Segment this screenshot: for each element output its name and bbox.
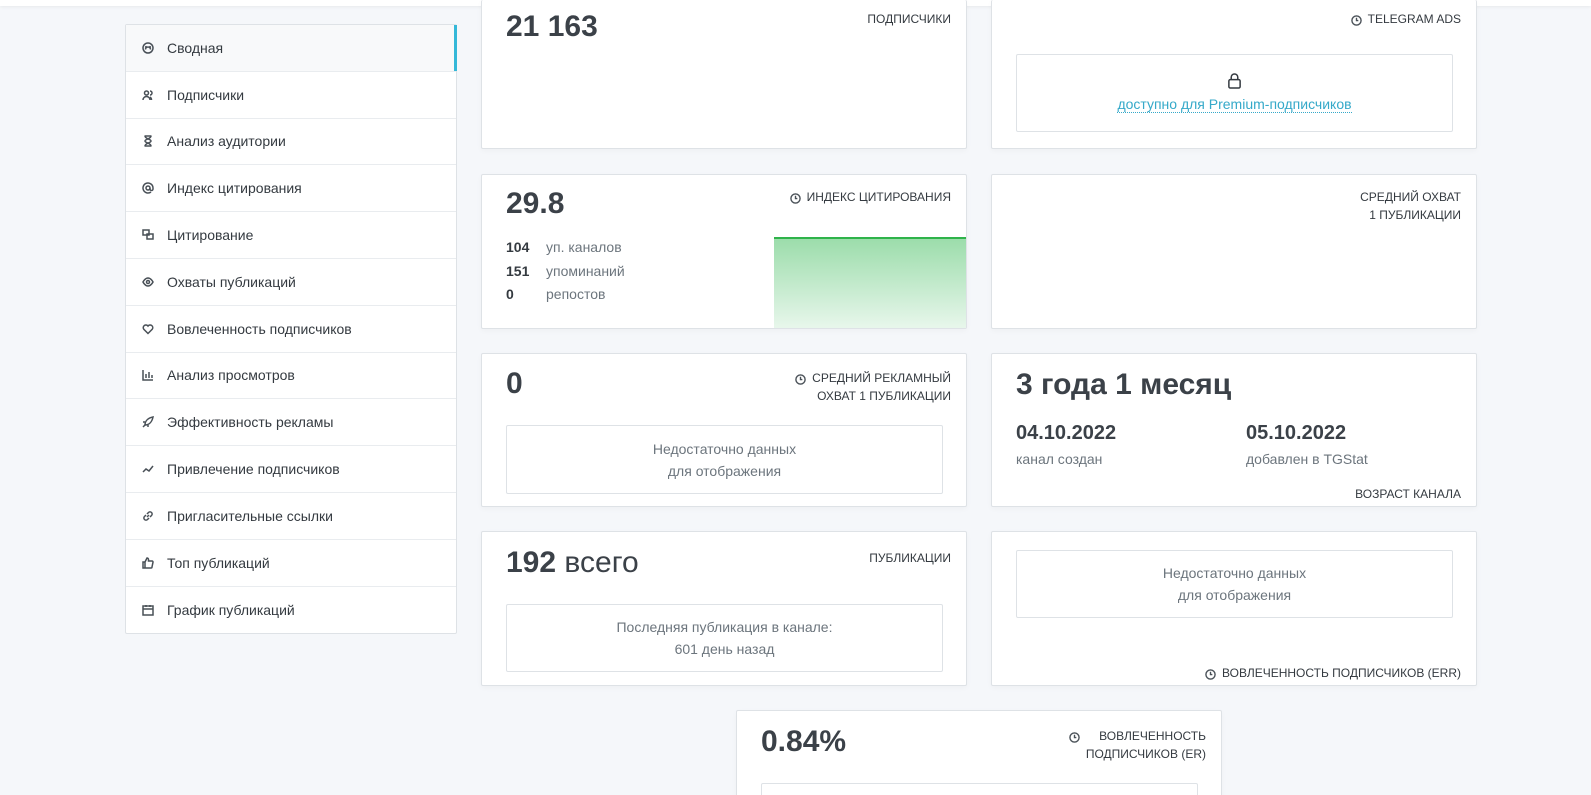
clock-icon xyxy=(789,191,801,204)
added-label: добавлен в TGStat xyxy=(1246,451,1368,467)
sidebar-item-label: Анализ аудитории xyxy=(167,133,286,150)
err-label: ВОВЛЕЧЕННОСТЬ ПОДПИСЧИКОВ (ERR) xyxy=(1205,664,1461,682)
thumbs-up-icon xyxy=(142,556,154,569)
ad-reach-value: 0 xyxy=(506,367,523,400)
sidebar-item-bar-chart[interactable]: Анализ просмотров xyxy=(126,353,456,400)
err-nodata: Недостаточно данных для отображения xyxy=(1016,550,1453,618)
er-value: 0.84% xyxy=(761,725,847,758)
citation-sparkline xyxy=(774,237,966,328)
sidebar-item-dashboard[interactable]: Сводная xyxy=(126,25,457,72)
avg-reach-card: СРЕДНИЙ ОХВАТ 1 ПУБЛИКАЦИИ xyxy=(991,174,1477,329)
hourglass-icon xyxy=(142,135,154,148)
premium-link[interactable]: доступно для Premium-подписчиков xyxy=(1117,95,1352,113)
created-label: канал создан xyxy=(1016,451,1103,467)
avg-reach-label: СРЕДНИЙ ОХВАТ 1 ПУБЛИКАЦИИ xyxy=(1360,190,1461,222)
created-date: 04.10.2022 xyxy=(1016,422,1117,444)
sidebar-item-label: Пригласительные ссылки xyxy=(167,507,333,524)
rocket-icon xyxy=(142,416,154,428)
trend-icon xyxy=(142,463,154,475)
subscribers-card: 21 163 ПОДПИСЧИКИ xyxy=(481,0,967,149)
publications-card: 192 всего ПУБЛИКАЦИИ Последняя публикаци… xyxy=(481,531,967,686)
sidebar-item-label: Анализ просмотров xyxy=(167,367,295,384)
sidebar-item-trend[interactable]: Привлечение подписчиков xyxy=(126,446,456,493)
clock-icon xyxy=(1205,667,1216,680)
lock-icon xyxy=(1017,72,1452,89)
sidebar-item-label: Сводная xyxy=(167,39,224,56)
clock-icon xyxy=(795,372,806,385)
link-icon xyxy=(142,510,154,522)
sidebar-item-label: Эффективность рекламы xyxy=(167,414,334,431)
citation-index-label: ИНДЕКС ЦИТИРОВАНИЯ xyxy=(789,188,951,206)
ad-reach-nodata: Недостаточно данных для отображения xyxy=(506,425,943,494)
channel-age-card: 3 года 1 месяц 04.10.2022 канал создан 0… xyxy=(991,353,1477,507)
premium-box: доступно для Premium-подписчиков xyxy=(1016,54,1453,132)
sidebar-item-label: Цитирование xyxy=(167,227,254,244)
sidebar-item-thumbs-up[interactable]: Топ публикаций xyxy=(126,540,456,587)
added-date: 05.10.2022 xyxy=(1246,422,1347,444)
sidebar-item-label: График публикаций xyxy=(167,601,295,618)
sidebar-item-heart[interactable]: Вовлеченность подписчиков xyxy=(126,306,456,353)
telegram-ads-card: TELEGRAM ADS доступно для Premium-подпис… xyxy=(991,0,1477,149)
sidebar-item-users[interactable]: Подписчики xyxy=(126,72,456,119)
sidebar-item-at[interactable]: Индекс цитирования xyxy=(126,165,456,213)
sidebar-item-quote[interactable]: Цитирование xyxy=(126,212,456,259)
sidebar-item-rocket[interactable]: Эффективность рекламы xyxy=(126,399,456,447)
sidebar-item-label: Охваты публикаций xyxy=(167,273,296,290)
at-icon xyxy=(142,182,154,195)
ad-reach-label: СРЕДНИЙ РЕКЛАМНЫЙ ОХВАТ 1 ПУБЛИКАЦИИ xyxy=(795,369,951,405)
ad-reach-card: 0 СРЕДНИЙ РЕКЛАМНЫЙ ОХВАТ 1 ПУБЛИКАЦИИ Н… xyxy=(481,353,967,507)
dashboard-icon xyxy=(142,42,154,54)
clock-icon xyxy=(1069,730,1080,743)
publications-count: 192 всего xyxy=(506,546,639,579)
sidebar-item-label: Индекс цитирования xyxy=(167,180,302,197)
channel-age-value: 3 года 1 месяц xyxy=(1016,368,1232,401)
sidebar-item-label: Привлечение подписчиков xyxy=(167,461,340,478)
users-icon xyxy=(142,89,154,101)
stat-channels: 104 уп. каналов xyxy=(506,239,622,255)
sidebar-item-calendar[interactable]: График публикаций xyxy=(126,587,456,634)
telegram-ads-label: TELEGRAM ADS xyxy=(1350,10,1461,28)
stat-mentions: 151 упоминаний xyxy=(506,263,625,279)
citation-index-value: 29.8 xyxy=(506,187,565,220)
bar-chart-icon xyxy=(142,369,154,382)
stat-reposts: 0 репостов xyxy=(506,286,606,302)
publications-label: ПУБЛИКАЦИИ xyxy=(869,551,951,565)
subscribers-label: ПОДПИСЧИКИ xyxy=(867,12,951,26)
calendar-icon xyxy=(142,604,154,616)
last-publication-box: Последняя публикация в канале: 601 день … xyxy=(506,604,943,672)
er-label: ВОВЛЕЧЕННОСТЬ ПОДПИСЧИКОВ (ER) xyxy=(1069,727,1206,763)
sidebar-item-label: Топ публикаций xyxy=(167,554,270,571)
clock-icon xyxy=(1350,13,1362,26)
sidebar-nav: Сводная Подписчики Анализ аудитории Индекс … xyxy=(125,24,457,635)
heart-icon xyxy=(142,323,154,335)
eye-icon xyxy=(142,276,154,288)
sidebar-item-link[interactable]: Пригласительные ссылки xyxy=(126,493,456,540)
quote-icon xyxy=(142,229,154,241)
citation-index-card: 29.8 ИНДЕКС ЦИТИРОВАНИЯ 104 уп. каналов 1… xyxy=(481,174,967,329)
channel-age-label: ВОЗРАСТ КАНАЛА xyxy=(1355,487,1461,501)
sidebar-item-label: Вовлеченность подписчиков xyxy=(167,320,352,337)
sidebar-item-hourglass[interactable]: Анализ аудитории xyxy=(126,119,456,166)
err-card: Недостаточно данных для отображения ВОВЛ… xyxy=(991,531,1477,686)
subscribers-count: 21 163 xyxy=(506,10,598,43)
sidebar-item-label: Подписчики xyxy=(167,86,245,103)
er-card: 0.84% ВОВЛЕЧЕННОСТЬ ПОДПИСЧИКОВ (ER) xyxy=(736,710,1222,795)
sidebar-item-eye[interactable]: Охваты публикаций xyxy=(126,259,456,306)
er-box xyxy=(761,783,1198,795)
